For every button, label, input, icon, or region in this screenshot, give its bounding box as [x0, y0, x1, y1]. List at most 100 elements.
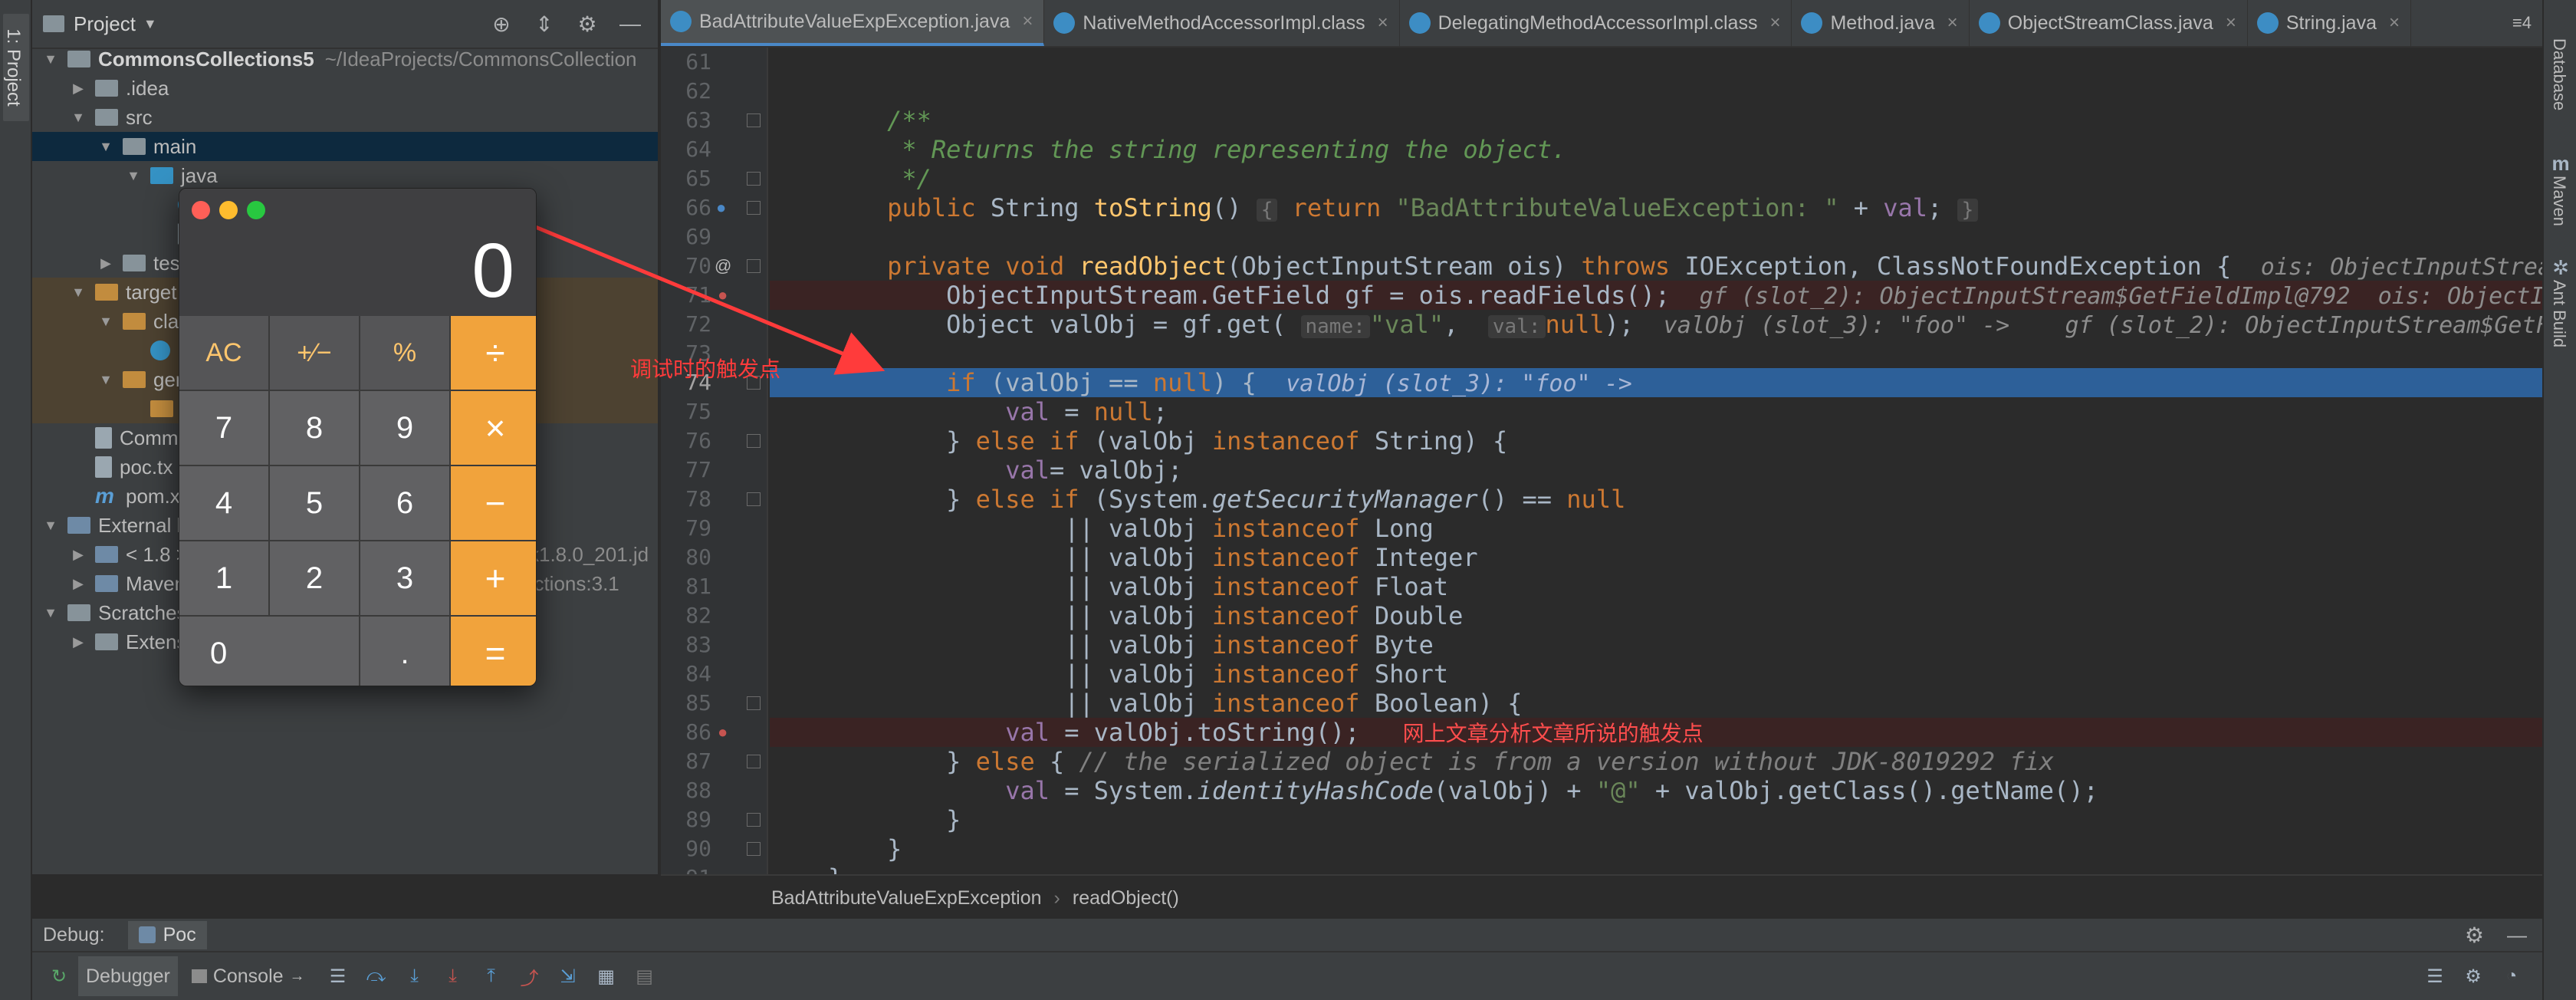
locate-icon[interactable]: ⊕ — [485, 7, 518, 41]
code-line[interactable] — [770, 48, 2542, 77]
close-icon[interactable]: × — [2226, 12, 2236, 34]
zoom-window-button[interactable] — [247, 201, 265, 219]
code-line[interactable]: } else { // the serialized object is fro… — [770, 747, 2542, 776]
tab-debugger[interactable]: Debugger — [78, 956, 178, 996]
chevron-down-icon[interactable]: ▼ — [69, 285, 87, 301]
line-number[interactable]: 85 — [661, 689, 711, 718]
line-number[interactable]: 78 — [661, 485, 711, 514]
line-number[interactable]: 89 — [661, 805, 711, 834]
gear-icon[interactable]: ⚙ — [570, 7, 604, 41]
calculator-key[interactable]: ÷ — [451, 316, 536, 390]
line-number[interactable]: 71 — [661, 281, 711, 310]
chevron-right-icon[interactable]: ▶ — [69, 576, 87, 592]
code-line[interactable]: val= valObj; — [770, 456, 2542, 485]
maven-tool-tab[interactable]: m Maven — [2547, 152, 2574, 226]
evaluate-expression-icon[interactable]: ▦ — [591, 961, 622, 992]
tree-item[interactable]: ▼ CommonsCollections5 ~/IdeaProjects/Commo… — [32, 44, 658, 74]
breadcrumb-method[interactable]: readObject() — [1073, 887, 1179, 910]
code-line[interactable]: */ — [770, 164, 2542, 193]
force-step-into-icon[interactable]: ⤓ — [438, 961, 468, 992]
calculator-key[interactable]: % — [360, 316, 449, 390]
annotation-at-icon[interactable]: @ — [715, 256, 731, 276]
database-tool-tab[interactable]: Database — [2547, 38, 2574, 110]
editor-tab[interactable]: Method.java × — [1792, 0, 1970, 46]
layout-icon[interactable]: ☰ — [2420, 961, 2450, 992]
editor-gutter[interactable]: 61 62 63 64 65 66 69 70 71 72 73 74 75 76 77 78 79 80 81 82… — [661, 48, 768, 890]
frames-menu-icon[interactable]: ☰ — [323, 961, 353, 992]
chevron-down-icon[interactable]: ▼ — [41, 51, 60, 67]
calculator-key[interactable]: 9 — [360, 391, 449, 465]
execution-line[interactable]: if (valObj == null) { valObj (slot_3): "… — [770, 368, 2542, 397]
code-editor[interactable]: /** * Returns the string representing th… — [770, 48, 2542, 874]
close-icon[interactable]: × — [1947, 12, 1958, 34]
minimize-icon[interactable]: — — [2507, 923, 2527, 947]
chevron-down-icon[interactable]: ▼ — [97, 139, 115, 155]
fold-marker-icon[interactable] — [747, 696, 761, 710]
editor-tab[interactable]: ObjectStreamClass.java × — [1970, 0, 2248, 46]
line-number[interactable]: 76 — [661, 426, 711, 456]
fold-marker-icon[interactable] — [747, 755, 761, 768]
line-number[interactable]: 80 — [661, 543, 711, 572]
breadcrumb-class[interactable]: BadAttributeValueExpException — [771, 887, 1042, 910]
line-number[interactable]: 72 — [661, 310, 711, 339]
minimize-window-button[interactable] — [219, 201, 238, 219]
line-number[interactable]: 61 — [661, 48, 711, 77]
gear-icon[interactable]: ⚙ — [2465, 923, 2484, 948]
run-to-cursor-icon[interactable]: ⇲ — [553, 961, 583, 992]
line-number[interactable]: 79 — [661, 514, 711, 543]
code-line[interactable]: || valObj instanceof Byte — [770, 630, 2542, 660]
tree-item[interactable]: ▼ src — [32, 103, 658, 132]
breakpoint-line[interactable]: ObjectInputStream.GetField gf = ois.read… — [770, 281, 2542, 310]
trace-icon[interactable]: ▤ — [629, 961, 660, 992]
chevron-down-icon[interactable]: ▼ — [41, 518, 60, 534]
fold-marker-icon[interactable] — [747, 259, 761, 273]
line-number[interactable]: 81 — [661, 572, 711, 601]
calculator-key[interactable]: +∕− — [270, 316, 359, 390]
calculator-window[interactable]: 0 AC +∕−% ÷ 7 8 9 × 4 5 6− 1 2 3 +0. = — [179, 188, 537, 686]
fold-marker-icon[interactable] — [747, 113, 761, 127]
chevron-down-icon[interactable]: ▼ — [97, 372, 115, 388]
line-number[interactable]: 84 — [661, 660, 711, 689]
line-number[interactable]: 69 — [661, 222, 711, 252]
line-number[interactable]: 70 — [661, 252, 711, 281]
settings-icon[interactable]: ⚙ — [2458, 961, 2489, 992]
fold-marker-icon[interactable] — [747, 434, 761, 448]
code-line[interactable]: val = System.identityHashCode(valObj) + … — [770, 776, 2542, 805]
code-line[interactable] — [770, 339, 2542, 368]
code-line[interactable]: } else if (valObj instanceof String) { — [770, 426, 2542, 456]
code-line[interactable]: /** — [770, 106, 2542, 135]
code-line[interactable]: || valObj instanceof Integer — [770, 543, 2542, 572]
code-line[interactable]: * Returns the string representing the ob… — [770, 135, 2542, 164]
calculator-key[interactable]: 0 — [179, 617, 359, 686]
line-number[interactable]: 66 — [661, 193, 711, 222]
close-window-button[interactable] — [192, 201, 210, 219]
code-line[interactable]: } — [770, 805, 2542, 834]
line-number[interactable]: 86 — [661, 718, 711, 747]
line-number[interactable]: 90 — [661, 834, 711, 863]
code-line[interactable] — [770, 222, 2542, 252]
fold-marker-icon[interactable] — [747, 492, 761, 506]
step-out-icon[interactable]: ⤒ — [476, 961, 507, 992]
step-over-icon[interactable]: ⤼ — [361, 961, 392, 992]
calculator-key[interactable]: 7 — [179, 391, 268, 465]
chevron-down-icon[interactable]: ▼ — [143, 16, 157, 32]
close-icon[interactable]: × — [1022, 11, 1033, 32]
memory-indicator-icon[interactable]: ◔ — [2496, 961, 2527, 992]
line-number[interactable]: 87 — [661, 747, 711, 776]
close-icon[interactable]: × — [1769, 12, 1780, 34]
chevron-right-icon[interactable]: ▶ — [69, 81, 87, 97]
close-icon[interactable]: × — [2389, 12, 2400, 34]
line-number[interactable]: 83 — [661, 630, 711, 660]
collapse-all-icon[interactable]: ⇕ — [527, 7, 561, 41]
calculator-key[interactable]: + — [451, 541, 536, 615]
calculator-key[interactable]: 5 — [270, 466, 359, 540]
code-line[interactable]: private void readObject(ObjectInputStrea… — [770, 252, 2542, 281]
breakpoint-icon[interactable]: ● — [718, 722, 728, 742]
editor-tab[interactable]: NativeMethodAccessorImpl.class × — [1044, 0, 1400, 46]
project-panel-title[interactable]: Project — [74, 12, 136, 36]
code-line[interactable]: } — [770, 863, 2542, 874]
line-number[interactable]: 63 — [661, 106, 711, 135]
code-line[interactable]: } else if (System.getSecurityManager() =… — [770, 485, 2542, 514]
code-line[interactable]: || valObj instanceof Long — [770, 514, 2542, 543]
drop-frame-icon[interactable]: ⤴ — [514, 961, 545, 992]
